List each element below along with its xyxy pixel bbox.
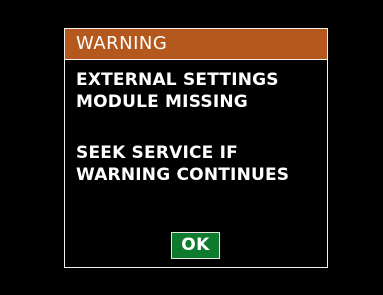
service-message-line: WARNING CONTINUES xyxy=(76,165,290,185)
service-message-line: SEEK SERVICE IF xyxy=(76,143,238,163)
warning-message: EXTERNAL SETTINGS MODULE MISSING xyxy=(76,69,324,113)
warning-message-line: MODULE MISSING xyxy=(76,92,248,112)
dialog-title-bar: WARNING xyxy=(65,29,327,60)
service-message: SEEK SERVICE IF WARNING CONTINUES xyxy=(76,142,324,186)
dialog-title: WARNING xyxy=(76,33,168,54)
device-screen: WARNING EXTERNAL SETTINGS MODULE MISSING… xyxy=(0,0,383,295)
warning-dialog: WARNING EXTERNAL SETTINGS MODULE MISSING… xyxy=(64,28,328,268)
ok-button[interactable]: OK xyxy=(171,232,220,259)
warning-message-line: EXTERNAL SETTINGS xyxy=(76,70,279,90)
